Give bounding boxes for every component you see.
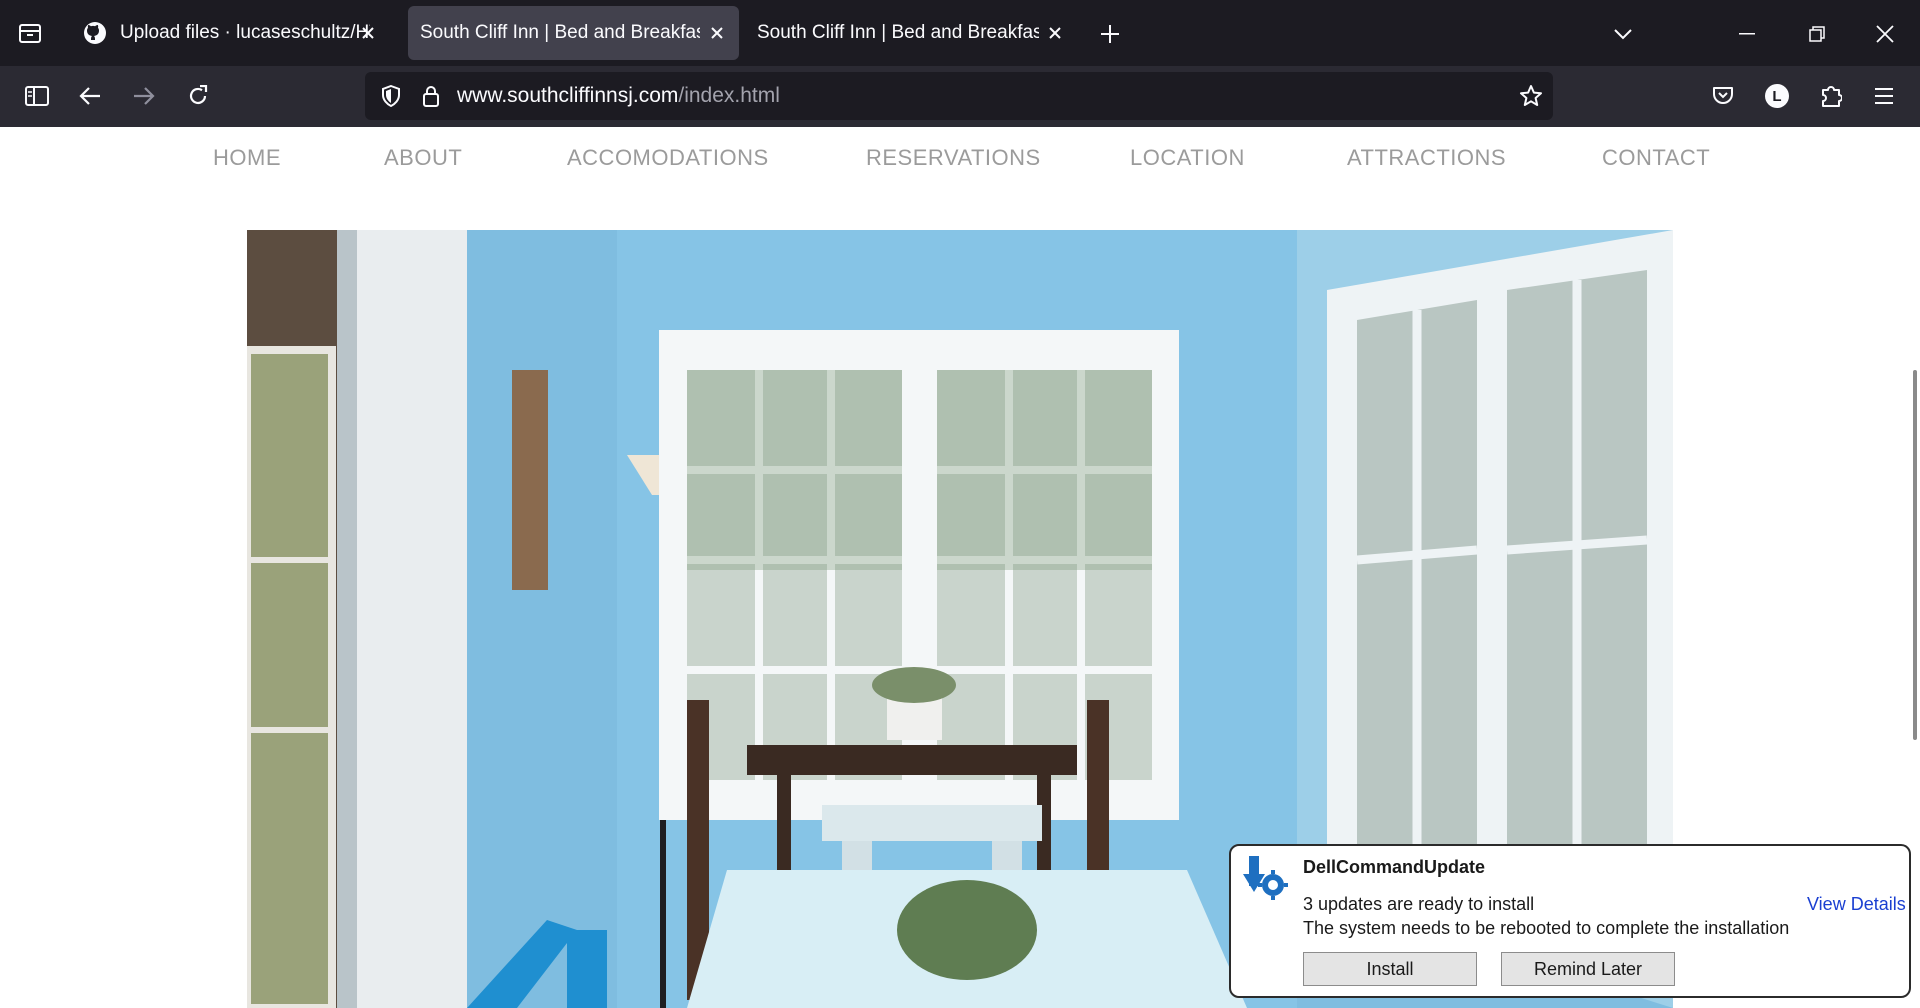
- tab-label: Upload files · lucaseschultz/HTT: [120, 22, 370, 43]
- close-icon[interactable]: [1043, 21, 1067, 45]
- dell-update-notification: DellCommandUpdate 3 updates are ready to…: [1229, 844, 1911, 998]
- github-icon: [82, 20, 108, 46]
- remind-later-button[interactable]: Remind Later: [1501, 952, 1675, 986]
- nav-attractions[interactable]: ATTRACTIONS: [1347, 145, 1506, 171]
- url-path: /index.html: [678, 84, 780, 107]
- restore-window-icon[interactable]: [1800, 17, 1834, 51]
- dell-command-update-icon: [1239, 852, 1289, 902]
- hamburger-menu-icon[interactable]: [1867, 79, 1901, 113]
- nav-contact[interactable]: CONTACT: [1602, 145, 1710, 171]
- tracking-protection-shield-icon[interactable]: [375, 80, 407, 112]
- tab-list-chevron-down-icon[interactable]: [1606, 17, 1640, 51]
- close-icon[interactable]: [705, 21, 729, 45]
- account-avatar-icon[interactable]: L: [1760, 79, 1794, 113]
- tab-label: South Cliff Inn | Bed and Breakfast |: [420, 22, 700, 43]
- tab-south-cliff-inn-active[interactable]: South Cliff Inn | Bed and Breakfast |: [408, 6, 739, 60]
- bookmark-star-icon[interactable]: [1515, 80, 1547, 112]
- reload-icon[interactable]: [181, 79, 215, 113]
- nav-reservations[interactable]: RESERVATIONS: [866, 145, 1041, 171]
- notification-app-name: DellCommandUpdate: [1303, 857, 1486, 877]
- account-initial: L: [1765, 84, 1789, 108]
- extensions-puzzle-icon[interactable]: [1814, 79, 1848, 113]
- tab-label: South Cliff Inn | Bed and Breakfast |: [757, 22, 1039, 43]
- tab-strip: Upload files · lucaseschultz/HTT South C…: [0, 0, 1920, 66]
- url-text[interactable]: www.southcliffinnsj.com/index.html: [457, 84, 780, 108]
- nav-location[interactable]: LOCATION: [1130, 145, 1245, 171]
- lock-icon[interactable]: [417, 80, 445, 112]
- tab-upload-files[interactable]: Upload files · lucaseschultz/HTT: [70, 6, 390, 60]
- view-details-link[interactable]: View Details: [1807, 894, 1906, 915]
- url-bar[interactable]: www.southcliffinnsj.com/index.html: [365, 72, 1553, 120]
- pocket-icon[interactable]: [1706, 79, 1740, 113]
- close-icon[interactable]: [356, 21, 380, 45]
- nav-about[interactable]: ABOUT: [384, 145, 462, 171]
- tab-south-cliff-inn[interactable]: South Cliff Inn | Bed and Breakfast |: [745, 6, 1077, 60]
- url-domain: www.southcliffinnsj.com: [457, 84, 679, 107]
- firefox-view-icon[interactable]: [14, 17, 46, 49]
- install-button[interactable]: Install: [1303, 952, 1477, 986]
- window-close-icon[interactable]: [1868, 17, 1902, 51]
- back-arrow-icon[interactable]: [73, 79, 107, 113]
- new-tab-plus-icon[interactable]: [1093, 17, 1127, 51]
- forward-arrow-icon: [127, 79, 161, 113]
- notification-message: 3 updates are ready to install: [1303, 894, 1535, 914]
- navigation-toolbar: www.southcliffinnsj.com/index.html L: [0, 66, 1920, 127]
- notification-detail: The system needs to be rebooted to compl…: [1303, 918, 1790, 938]
- sidebar-icon[interactable]: [20, 79, 54, 113]
- minimize-icon[interactable]: [1730, 17, 1764, 51]
- scrollbar-thumb[interactable]: [1913, 370, 1917, 740]
- nav-accomodations[interactable]: ACCOMODATIONS: [567, 145, 769, 171]
- nav-home[interactable]: HOME: [213, 145, 281, 171]
